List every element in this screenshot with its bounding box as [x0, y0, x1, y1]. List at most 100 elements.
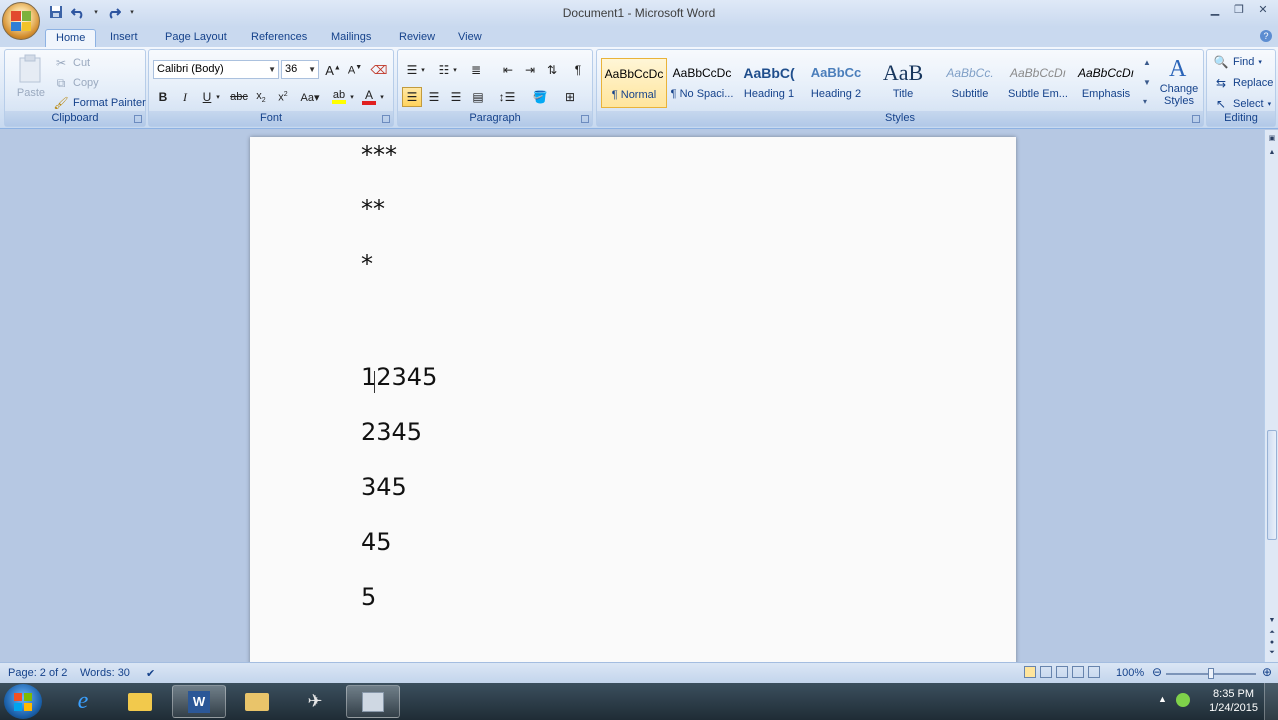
clock[interactable]: 8:35 PM 1/24/2015 — [1209, 687, 1258, 715]
web-layout-icon[interactable] — [1056, 666, 1068, 678]
highlight-button[interactable]: ab — [329, 87, 349, 107]
proofing-icon[interactable]: ✔ — [146, 667, 155, 680]
full-screen-reading-icon[interactable] — [1040, 666, 1052, 678]
taskbar-word[interactable]: W — [172, 685, 226, 718]
document-page[interactable]: *** ** * 12345 2345 345 45 5 — [250, 137, 1016, 662]
zoom-in-icon[interactable]: ⊕ — [1262, 665, 1272, 679]
document-line[interactable]: 345 — [361, 473, 407, 501]
italic-button[interactable]: I — [175, 87, 195, 107]
bold-button[interactable]: B — [153, 87, 173, 107]
clear-formatting-button[interactable]: ⌫ — [369, 60, 389, 80]
minimize-icon[interactable]: ▁ — [1204, 1, 1226, 17]
document-line[interactable]: 45 — [361, 528, 392, 556]
tab-review[interactable]: Review — [389, 29, 445, 48]
network-icon[interactable] — [1176, 693, 1190, 707]
style-subtle-emphasis[interactable]: AaBbCcDı Subtle Em... — [1005, 58, 1071, 108]
document-line[interactable]: 12345 — [361, 363, 437, 391]
previous-page-icon[interactable]: ⏶ — [1267, 628, 1277, 638]
font-name-combo[interactable]: Calibri (Body) ▼ — [153, 60, 279, 79]
style-heading-2[interactable]: AaBbCc Heading 2 — [803, 58, 869, 108]
shading-button[interactable]: 🪣 — [528, 87, 552, 107]
vertical-scrollbar[interactable]: ▣ ▲ ▼ ⏶ ● ⏷ — [1264, 130, 1278, 662]
find-button[interactable]: 🔍 Find ▾ — [1213, 52, 1262, 72]
show-desktop-button[interactable] — [1264, 683, 1278, 720]
document-line[interactable]: * — [361, 250, 373, 278]
show-hidden-icons[interactable]: ▲ — [1158, 694, 1167, 704]
superscript-button[interactable]: x2 — [273, 87, 293, 107]
decrease-indent-button[interactable]: ⇤ — [498, 60, 518, 80]
replace-button[interactable]: ⇆ Replace — [1213, 73, 1273, 93]
format-painter-button[interactable]: 🖌 Format Painter — [53, 93, 145, 113]
font-size-combo[interactable]: 36 ▼ — [281, 60, 319, 79]
tab-page-layout[interactable]: Page Layout — [155, 29, 237, 48]
style-no-spacing[interactable]: AaBbCcDc ¶ No Spaci... — [669, 58, 735, 108]
ruler-toggle-icon[interactable]: ▣ — [1267, 134, 1277, 144]
cut-button[interactable]: ✂ Cut — [53, 53, 90, 73]
tab-home[interactable]: Home — [45, 29, 97, 48]
sort-button[interactable]: ⇅ — [542, 60, 562, 80]
font-color-dropdown[interactable]: ▾ — [377, 87, 387, 107]
taskbar-app[interactable]: ✈ — [288, 685, 342, 718]
chevron-down-icon[interactable]: ▼ — [1143, 78, 1153, 87]
subscript-button[interactable]: x2 — [251, 87, 271, 107]
tab-insert[interactable]: Insert — [100, 29, 148, 48]
highlight-dropdown[interactable]: ▾ — [347, 87, 357, 107]
chevron-up-icon[interactable]: ▲ — [1143, 58, 1153, 67]
font-color-button[interactable]: A — [359, 87, 379, 107]
document-line[interactable]: *** — [361, 141, 397, 169]
taskbar-file-explorer[interactable] — [113, 685, 167, 718]
zoom-slider-knob[interactable] — [1208, 668, 1214, 679]
multilevel-list-button[interactable]: ≣ — [466, 60, 486, 80]
outline-icon[interactable] — [1072, 666, 1084, 678]
copy-button[interactable]: ⧉ Copy — [53, 73, 99, 93]
taskbar-window[interactable] — [346, 685, 400, 718]
style-subtitle[interactable]: AaBbCc. Subtitle — [937, 58, 1003, 108]
restore-icon[interactable]: ❐ — [1228, 1, 1250, 17]
zoom-out-icon[interactable]: ⊖ — [1152, 665, 1162, 679]
align-right-button[interactable]: ☰ — [446, 87, 466, 107]
borders-button[interactable]: ⊞ — [558, 87, 582, 107]
document-line[interactable]: ** — [361, 195, 385, 223]
tab-mailings[interactable]: Mailings — [321, 29, 381, 48]
next-page-icon[interactable]: ⏷ — [1267, 648, 1277, 658]
gallery-scroll[interactable]: ▲ ▼ ▾ — [1143, 58, 1153, 106]
start-button[interactable] — [4, 684, 42, 719]
scroll-up-icon[interactable]: ▲ — [1267, 148, 1277, 158]
shrink-font-button[interactable]: A▼ — [345, 60, 365, 80]
clipboard-launcher-icon[interactable] — [134, 115, 142, 123]
font-launcher-icon[interactable] — [382, 115, 390, 123]
change-styles-button[interactable]: A Change Styles — [1157, 54, 1201, 110]
strikethrough-button[interactable]: abc — [229, 87, 249, 107]
scroll-down-icon[interactable]: ▼ — [1267, 616, 1277, 626]
style-title[interactable]: AaB Title — [870, 58, 936, 108]
word-count[interactable]: Words: 30 — [80, 667, 130, 679]
align-center-button[interactable]: ☰ — [424, 87, 444, 107]
zoom-slider[interactable] — [1166, 668, 1256, 679]
help-icon[interactable]: ? — [1260, 30, 1272, 42]
style-emphasis[interactable]: AaBbCcDı Emphasis — [1073, 58, 1139, 108]
document-line[interactable]: 5 — [361, 583, 376, 611]
print-layout-icon[interactable] — [1024, 666, 1036, 678]
numbering-dropdown[interactable]: ▾ — [450, 60, 460, 80]
style-heading-1[interactable]: AaBbC( Heading 1 — [736, 58, 802, 108]
tab-references[interactable]: References — [241, 29, 317, 48]
paste-button[interactable]: Paste — [11, 54, 51, 104]
close-icon[interactable]: ✕ — [1252, 1, 1274, 17]
more-icon[interactable]: ▾ — [1143, 97, 1153, 106]
taskbar-internet-explorer[interactable]: e — [56, 685, 110, 718]
style-normal[interactable]: AaBbCcDc ¶ Normal — [601, 58, 667, 108]
styles-launcher-icon[interactable] — [1192, 115, 1200, 123]
underline-dropdown[interactable]: ▾ — [213, 87, 223, 107]
justify-button[interactable]: ▤ — [468, 87, 488, 107]
draft-icon[interactable] — [1088, 666, 1100, 678]
page-count[interactable]: Page: 2 of 2 — [8, 667, 67, 679]
office-button[interactable] — [2, 2, 40, 40]
taskbar-folder[interactable] — [230, 685, 284, 718]
change-case-button[interactable]: Aa▾ — [297, 87, 323, 107]
line-spacing-button[interactable]: ↕☰ — [494, 87, 520, 107]
scrollbar-thumb[interactable] — [1267, 430, 1277, 540]
grow-font-button[interactable]: A▲ — [323, 60, 343, 80]
document-line[interactable]: 2345 — [361, 418, 422, 446]
browse-object-icon[interactable]: ● — [1267, 638, 1277, 648]
bullets-dropdown[interactable]: ▾ — [418, 60, 428, 80]
